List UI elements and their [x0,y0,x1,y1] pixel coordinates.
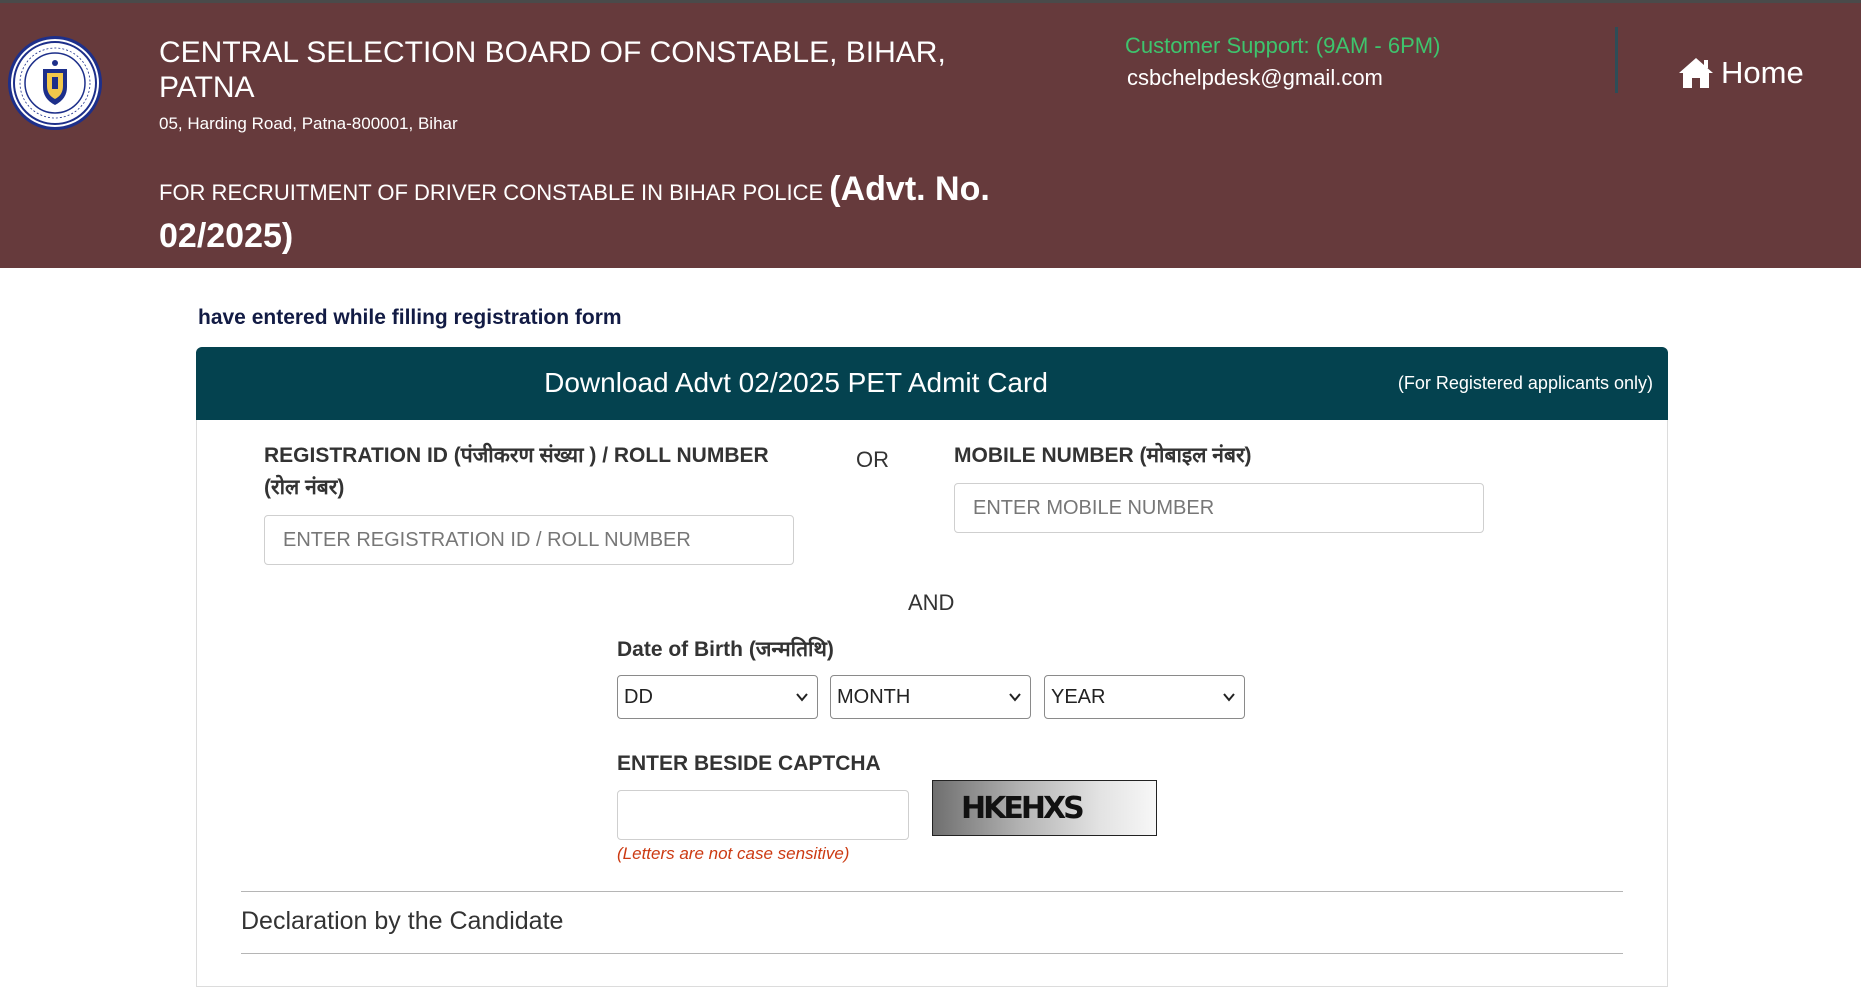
captcha-input[interactable] [617,790,909,840]
registration-input[interactable] [264,515,794,565]
and-separator: AND [908,590,955,615]
recruitment-prefix: FOR RECRUITMENT OF DRIVER CONSTABLE IN B… [159,180,830,205]
home-label: Home [1721,55,1804,90]
dob-day-value: DD [624,685,653,708]
mobile-input[interactable] [954,483,1484,533]
dob-label: Date of Birth (जन्मतिथि) [617,638,834,661]
chevron-down-icon [1009,693,1021,702]
registration-label: REGISTRATION ID (पंजीकरण संख्या ) / ROLL… [264,444,769,499]
declaration-title: Declaration by the Candidate [241,907,564,935]
instruction-text: have entered while filling registration … [198,306,622,329]
customer-support-label: Customer Support: (9AM - 6PM) [1125,33,1441,58]
dob-year-select[interactable]: YEAR [1044,675,1245,719]
divider [241,953,1623,954]
card-title: Download Advt 02/2025 PET Admit Card [544,367,1048,398]
captcha-hint: (Letters are not case sensitive) [617,844,850,863]
dob-month-select[interactable]: MONTH [830,675,1031,719]
mobile-label: MOBILE NUMBER (मोबाइल नंबर) [954,444,1252,467]
recruitment-heading: FOR RECRUITMENT OF DRIVER CONSTABLE IN B… [159,169,1039,263]
dob-month-value: MONTH [837,685,911,708]
card-subtitle: (For Registered applicants only) [1397,373,1653,393]
captcha-label: ENTER BESIDE CAPTCHA [617,752,881,775]
divider [241,891,1623,892]
or-separator: OR [856,447,889,472]
captcha-text: HKEHXS [961,790,1085,826]
chevron-down-icon [1223,693,1235,702]
dob-year-value: YEAR [1051,685,1106,708]
site-header: CENTRAL SELECTION BOARD OF CONSTABLE, BI… [0,0,1861,268]
header-divider [1615,27,1618,93]
home-link[interactable]: Home [1677,55,1804,91]
org-title: CENTRAL SELECTION BOARD OF CONSTABLE, BI… [159,36,946,104]
chevron-down-icon [796,693,808,702]
support-email[interactable]: csbchelpdesk@gmail.com [1127,65,1383,91]
emblem-seal-icon [8,36,102,130]
home-icon [1679,58,1713,88]
dob-day-select[interactable]: DD [617,675,818,719]
card-header: Download Advt 02/2025 PET Admit Card (Fo… [196,347,1668,420]
org-address: 05, Harding Road, Patna-800001, Bihar [159,114,458,133]
captcha-image: HKEHXS [932,780,1157,836]
